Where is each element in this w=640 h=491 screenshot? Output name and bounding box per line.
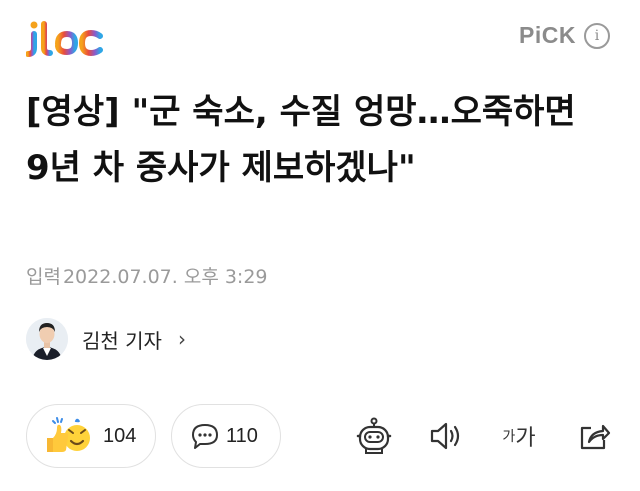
pick-badge[interactable]: PiCK i	[519, 22, 610, 49]
font-small-glyph: 가	[502, 429, 516, 445]
jtbc-logo[interactable]	[26, 14, 106, 60]
reaction-emoji-icon	[47, 417, 90, 452]
reporter-name: 김천 기자	[82, 328, 162, 353]
article-title: [영상] "군 숙소, 수질 엉망…오죽하면 9년 차 중사가 제보하겠나"	[26, 92, 576, 188]
date-label: 입력	[26, 266, 61, 288]
reporter-link[interactable]: 김천 기자 ›	[26, 318, 186, 360]
reaction-button[interactable]: 104	[26, 404, 156, 468]
audio-button[interactable]	[424, 414, 468, 458]
action-bar: 104 110 가가	[26, 404, 616, 468]
publish-date: 2022.07.07. 오후 3:29	[62, 266, 268, 288]
font-size-button[interactable]: 가가	[494, 414, 544, 458]
font-big-glyph: 가	[515, 426, 536, 451]
pick-label: PiCK	[519, 22, 576, 48]
top-bar: PiCK i	[0, 0, 640, 80]
article-dateline: 입력 2022.07.07. 오후 3:29	[26, 262, 268, 289]
robot-icon	[356, 417, 392, 454]
comment-bubble-icon	[192, 424, 218, 449]
speaker-icon	[430, 422, 460, 450]
comment-count: 110	[226, 424, 258, 447]
reporter-avatar	[26, 318, 68, 360]
summary-bot-button[interactable]	[352, 414, 396, 458]
share-button[interactable]	[572, 414, 616, 458]
reaction-count: 104	[103, 424, 137, 447]
share-icon	[580, 424, 611, 450]
comment-button[interactable]: 110	[171, 404, 281, 468]
info-icon[interactable]: i	[584, 22, 610, 49]
chevron-right-icon: ›	[177, 327, 186, 351]
